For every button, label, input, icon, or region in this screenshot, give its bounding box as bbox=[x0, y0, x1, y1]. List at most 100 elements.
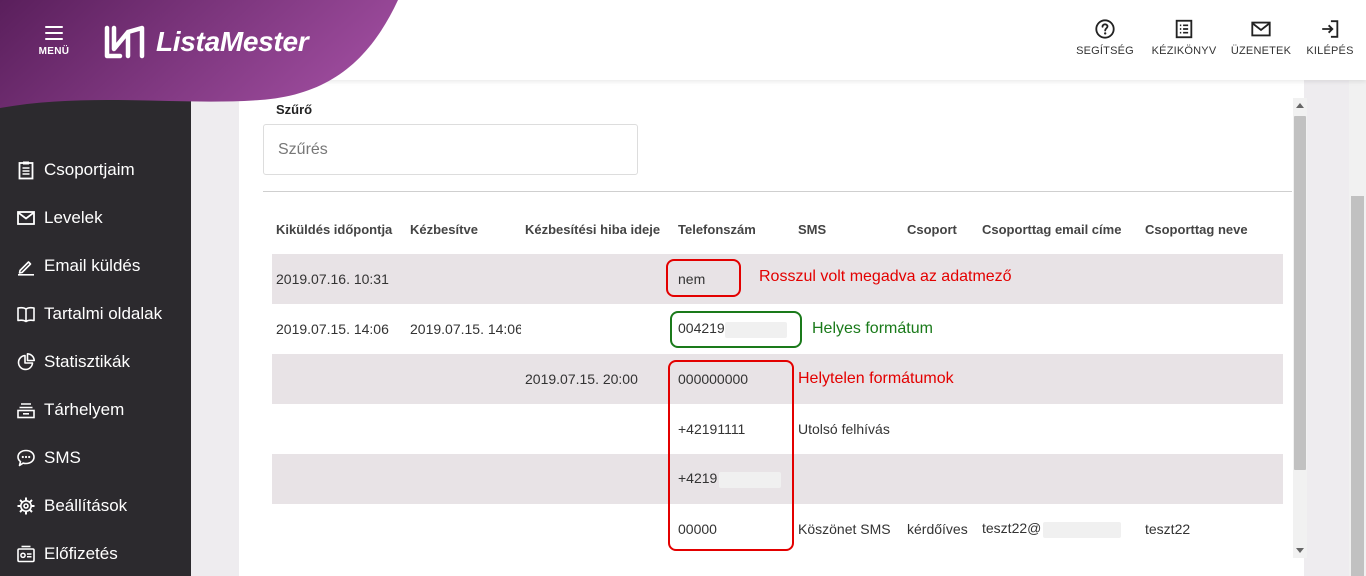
sent-time-cell bbox=[272, 454, 406, 504]
error-time-cell bbox=[521, 304, 674, 354]
sidebar-item-label: Email küldés bbox=[44, 256, 141, 275]
sms-cell: Utolsó felhívás bbox=[798, 421, 890, 437]
sidebar-item-email-kuldes[interactable]: Email küldés bbox=[0, 242, 191, 290]
name-cell bbox=[1141, 454, 1283, 504]
error-time-cell bbox=[521, 254, 674, 304]
menu-label: MENÜ bbox=[38, 46, 70, 57]
sms-cell bbox=[794, 454, 903, 504]
error-time-cell bbox=[521, 454, 674, 504]
name-cell bbox=[1141, 354, 1283, 404]
column-header[interactable]: Csoporttag email címe bbox=[978, 204, 1141, 254]
logout-button[interactable]: KILÉPÉS bbox=[1300, 18, 1360, 68]
sent-time-cell bbox=[272, 354, 406, 404]
clipboard-icon bbox=[18, 161, 34, 180]
delivered-cell bbox=[406, 254, 521, 304]
email-cell bbox=[978, 404, 1141, 454]
pie-chart-icon bbox=[17, 353, 35, 371]
messages-label: ÜZENETEK bbox=[1230, 45, 1292, 57]
hamburger-icon bbox=[45, 26, 63, 40]
column-header[interactable]: Csoport bbox=[903, 204, 978, 254]
error-time-cell bbox=[521, 504, 674, 554]
table-scrollbar[interactable] bbox=[1293, 98, 1307, 558]
filter-input[interactable] bbox=[263, 124, 638, 175]
delivered-cell bbox=[406, 504, 521, 554]
sent-time-cell bbox=[272, 504, 406, 554]
delivered-cell bbox=[406, 404, 521, 454]
annotation-correct-format: Helyes formátum bbox=[812, 320, 933, 337]
sidebar-item-tartalmi-oldalak[interactable]: Tartalmi oldalak bbox=[0, 290, 191, 338]
manual-list-icon bbox=[1175, 19, 1193, 39]
redacted-region bbox=[1043, 521, 1122, 538]
listamester-logo-icon bbox=[104, 25, 145, 59]
annotation-box-correct bbox=[670, 311, 802, 348]
sidebar-item-tarhelyem[interactable]: Tárhelyem bbox=[0, 386, 191, 434]
header-actions: SEGÍTSÉG KÉZIKÖNYV ÜZENETEK KILÉPÉS bbox=[1070, 18, 1366, 68]
envelope-icon bbox=[17, 211, 35, 225]
scroll-thumb[interactable] bbox=[1294, 116, 1306, 470]
help-button[interactable]: SEGÍTSÉG bbox=[1070, 18, 1140, 68]
column-header[interactable]: Csoporttag neve bbox=[1141, 204, 1283, 254]
sidebar-item-levelek[interactable]: Levelek bbox=[0, 194, 191, 242]
page-scroll-thumb[interactable] bbox=[1351, 196, 1364, 576]
chat-bubble-icon bbox=[17, 449, 35, 467]
sidebar-item-label: Tárhelyem bbox=[44, 400, 125, 419]
pencil-icon bbox=[18, 261, 34, 276]
logout-label: KILÉPÉS bbox=[1306, 45, 1354, 57]
email-cell bbox=[978, 454, 1141, 504]
name-cell bbox=[1141, 304, 1283, 354]
email-cell: teszt22@ bbox=[978, 504, 1141, 554]
manual-label: KÉZIKÖNYV bbox=[1151, 45, 1217, 57]
sms-cell: Köszönet SMS bbox=[798, 521, 891, 537]
gear-icon bbox=[17, 497, 35, 515]
annotation-incorrect-formats: Helytelen formátumok bbox=[798, 370, 954, 387]
open-book-icon bbox=[17, 306, 35, 323]
messages-button[interactable]: ÜZENETEK bbox=[1226, 18, 1296, 68]
help-label: SEGÍTSÉG bbox=[1076, 45, 1134, 57]
sent-time-cell bbox=[272, 404, 406, 454]
sidebar: Csoportjaim Levelek Email küldés Tartalm… bbox=[0, 80, 191, 576]
column-header[interactable]: SMS bbox=[794, 204, 903, 254]
column-header[interactable]: Telefonszám bbox=[674, 204, 794, 254]
annotation-wrong-field: Rosszul volt megadva az adatmező bbox=[759, 268, 1012, 285]
sidebar-item-label: Statisztikák bbox=[44, 352, 130, 371]
sidebar-item-label: SMS bbox=[44, 448, 81, 467]
subscription-icon bbox=[17, 545, 35, 563]
group-cell: kérdőíves bbox=[907, 521, 968, 537]
sidebar-item-label: Levelek bbox=[44, 208, 103, 227]
scroll-down-arrow-icon[interactable] bbox=[1296, 548, 1304, 553]
error-time-cell bbox=[521, 404, 674, 454]
sent-time-cell: 2019.07.15. 14:06 bbox=[276, 321, 389, 337]
sent-time-cell: 2019.07.16. 10:31 bbox=[272, 254, 406, 304]
sidebar-item-label: Tartalmi oldalak bbox=[44, 304, 163, 323]
page-scrollbar[interactable] bbox=[1349, 80, 1366, 576]
brand-name: ListaMester bbox=[156, 26, 309, 57]
sidebar-item-elofizetes[interactable]: Előfizetés bbox=[0, 530, 191, 576]
envelope-icon bbox=[1251, 21, 1271, 37]
sidebar-item-csoportjaim[interactable]: Csoportjaim bbox=[0, 146, 191, 194]
sidebar-item-label: Előfizetés bbox=[44, 544, 118, 563]
delivered-cell: 2019.07.15. 14:06 bbox=[410, 321, 521, 337]
sidebar-item-sms[interactable]: SMS bbox=[0, 434, 191, 482]
table-header-row: Kiküldés időpontja Kézbesítve Kézbesítés… bbox=[272, 204, 1283, 254]
sidebar-item-beallitasok[interactable]: Beállítások bbox=[0, 482, 191, 530]
menu-button[interactable]: MENÜ bbox=[34, 24, 74, 64]
divider bbox=[263, 191, 1292, 192]
name-cell bbox=[1141, 404, 1283, 454]
scroll-up-arrow-icon[interactable] bbox=[1296, 103, 1304, 108]
manual-button[interactable]: KÉZIKÖNYV bbox=[1146, 18, 1222, 68]
sidebar-item-label: Csoportjaim bbox=[44, 160, 135, 179]
group-cell bbox=[903, 454, 978, 504]
column-header[interactable]: Kiküldés időpontja bbox=[272, 204, 406, 254]
annotation-box-wrong-field bbox=[666, 259, 741, 297]
delivered-cell bbox=[406, 454, 521, 504]
logo[interactable]: ListaMester bbox=[104, 24, 309, 60]
logout-icon bbox=[1322, 20, 1339, 38]
column-header[interactable]: Kézbesítési hiba ideje bbox=[521, 204, 674, 254]
annotation-box-incorrect bbox=[668, 360, 794, 551]
help-circle-icon bbox=[1095, 19, 1115, 39]
column-header[interactable]: Kézbesítve bbox=[406, 204, 521, 254]
sidebar-item-statisztikak[interactable]: Statisztikák bbox=[0, 338, 191, 386]
email-cell bbox=[978, 354, 1141, 404]
email-cell bbox=[978, 304, 1141, 354]
name-cell bbox=[1141, 254, 1283, 304]
